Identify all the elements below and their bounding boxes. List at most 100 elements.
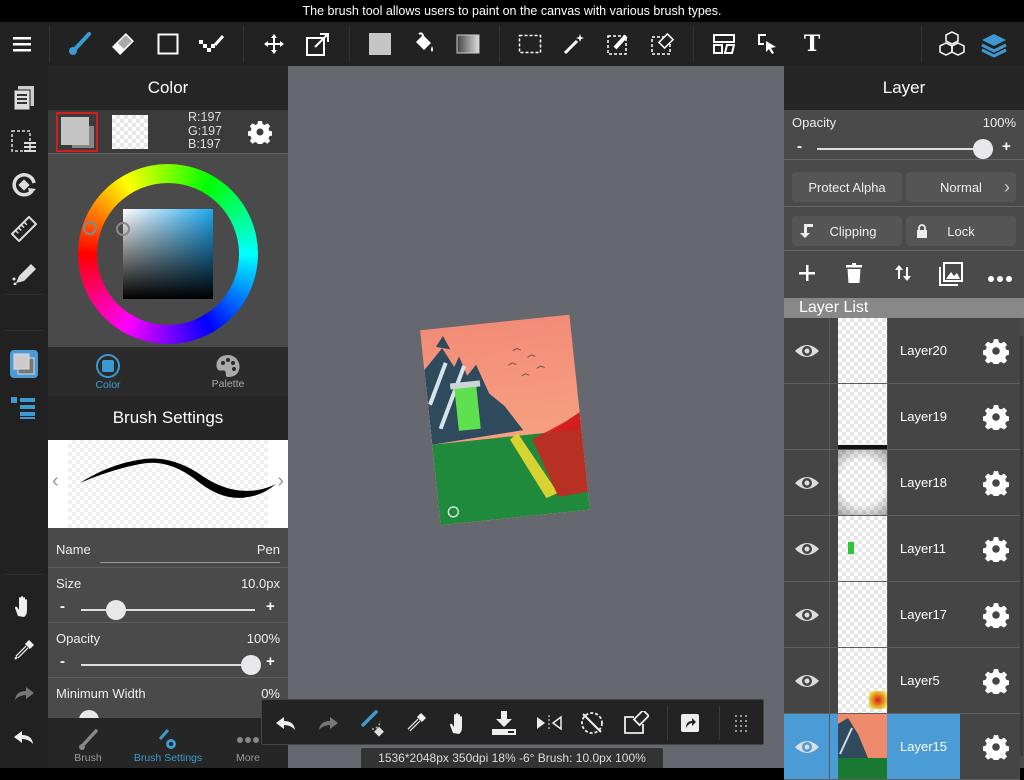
move-tool-button[interactable]	[256, 22, 292, 66]
secondary-color-swatch[interactable]	[112, 115, 148, 149]
brush-settings-toggle[interactable]	[0, 388, 48, 428]
layer-opacity-decrease[interactable]: -	[797, 138, 802, 155]
selection-layer-button[interactable]	[0, 122, 48, 162]
layer-row[interactable]: Layer19	[784, 384, 1020, 450]
size-increase[interactable]: +	[266, 598, 275, 615]
layer-row[interactable]: Layer17	[784, 582, 1020, 648]
brush-preview: ‹ ›	[48, 440, 288, 528]
delete-layer-button[interactable]	[846, 263, 862, 288]
undo-button[interactable]	[0, 717, 48, 757]
tab-brush[interactable]: Brush	[48, 718, 128, 768]
ruler-button[interactable]	[0, 209, 48, 249]
text-tool-button[interactable]: T	[794, 22, 830, 66]
reset-rotation-button[interactable]	[572, 700, 612, 746]
visibility-toggle[interactable]	[784, 714, 830, 779]
layer-row[interactable]: Layer15	[784, 714, 1020, 780]
float-undo-button[interactable]	[266, 700, 306, 746]
select-rect-button[interactable]	[512, 22, 548, 66]
redo-button[interactable]	[0, 673, 48, 713]
brush-name-field[interactable]: Pen	[257, 542, 280, 557]
color-settings-button[interactable]	[247, 120, 273, 149]
magic-wand-button[interactable]	[556, 22, 592, 66]
opacity-increase[interactable]: +	[266, 653, 275, 670]
brush-eraser-toggle[interactable]	[352, 700, 392, 746]
menu-button[interactable]	[4, 22, 40, 66]
save-button[interactable]	[484, 700, 524, 746]
select-pen-button[interactable]	[600, 22, 636, 66]
saturation-value-square[interactable]	[123, 209, 213, 299]
layer-settings-button[interactable]	[980, 582, 1012, 647]
bucket-tool-button[interactable]	[406, 22, 442, 66]
import-image-button[interactable]	[938, 261, 964, 292]
float-eyedropper-button[interactable]	[396, 700, 436, 746]
select-eraser-button[interactable]	[644, 22, 680, 66]
eyedropper-button[interactable]	[0, 630, 48, 670]
layer-opacity-slider[interactable]	[817, 148, 993, 150]
rotate-canvas-button[interactable]	[0, 165, 48, 205]
transform-tool-button[interactable]	[300, 22, 336, 66]
add-layer-button[interactable]	[798, 264, 816, 287]
rgb-readout: R:197 G:197 B:197	[188, 110, 222, 152]
flip-horizontal-button[interactable]	[529, 700, 569, 746]
opacity-slider[interactable]	[81, 664, 255, 666]
hand-button[interactable]	[0, 586, 48, 626]
visibility-toggle[interactable]	[784, 648, 830, 713]
layer-row[interactable]: Layer5	[784, 648, 1020, 714]
move-layer-button[interactable]	[894, 264, 912, 287]
layer-settings-button[interactable]	[980, 516, 1012, 581]
float-redo-button[interactable]	[308, 700, 348, 746]
opacity-decrease[interactable]: -	[60, 653, 65, 670]
prev-brush-arrow[interactable]: ‹	[52, 470, 59, 493]
layer-more-button[interactable]	[988, 270, 1012, 288]
float-hand-button[interactable]	[439, 700, 479, 746]
sv-handle[interactable]	[116, 222, 130, 236]
protect-alpha-button[interactable]: Protect Alpha	[792, 172, 902, 202]
layer-settings-button[interactable]	[980, 450, 1012, 515]
layer-settings-button[interactable]	[980, 318, 1012, 383]
brush-tool-button[interactable]	[62, 22, 98, 66]
visibility-toggle[interactable]	[784, 318, 830, 383]
material-brush-button[interactable]	[0, 253, 48, 293]
canvas-area[interactable]	[288, 66, 784, 768]
layer-opacity-knob[interactable]	[973, 139, 993, 159]
lock-button[interactable]: Lock	[906, 216, 1016, 246]
blend-mode-button[interactable]: Normal ›	[906, 172, 1016, 202]
layer-settings-button[interactable]	[980, 384, 1012, 449]
fill-color-button[interactable]	[362, 22, 398, 66]
layer-opacity-increase[interactable]: +	[1002, 138, 1011, 155]
tab-brush-settings[interactable]: Brush Settings	[128, 718, 208, 768]
layers-button[interactable]	[976, 22, 1012, 66]
layer-settings-button[interactable]	[980, 648, 1012, 713]
primary-color-swatch[interactable]	[56, 112, 98, 152]
artwork-canvas[interactable]	[420, 314, 590, 526]
size-slider-knob[interactable]	[105, 600, 126, 620]
layer-list-scrollbar[interactable]	[1020, 336, 1023, 756]
operation-tool-button[interactable]	[750, 22, 786, 66]
color-panel-toggle[interactable]	[0, 344, 48, 384]
share-button[interactable]	[670, 700, 710, 746]
dot-pen-tool-button[interactable]	[194, 22, 230, 66]
visibility-toggle[interactable]	[784, 516, 830, 581]
shape-tool-button[interactable]	[150, 22, 186, 66]
customize-bar-button[interactable]	[721, 700, 761, 746]
layer-row[interactable]: Layer11	[784, 516, 1020, 582]
pages-button[interactable]	[0, 78, 48, 118]
eraser-tool-button[interactable]	[105, 22, 141, 66]
visibility-toggle[interactable]	[784, 582, 830, 647]
layer-settings-button[interactable]	[980, 714, 1012, 779]
layer-row[interactable]: Layer18	[784, 450, 1020, 516]
size-decrease[interactable]: -	[60, 598, 65, 615]
layer-row[interactable]: Layer20	[784, 318, 1020, 384]
clipping-button[interactable]: Clipping	[792, 216, 902, 246]
hue-handle[interactable]	[83, 221, 97, 235]
visibility-toggle[interactable]	[784, 450, 830, 515]
gradient-tool-button[interactable]	[450, 22, 486, 66]
tab-color[interactable]: Color	[48, 347, 168, 396]
visibility-toggle[interactable]	[784, 384, 830, 449]
clear-layer-button[interactable]	[616, 700, 656, 746]
3d-material-button[interactable]	[934, 22, 970, 66]
opacity-slider-knob[interactable]	[241, 655, 261, 675]
frame-divider-button[interactable]	[706, 22, 742, 66]
tab-palette[interactable]: Palette	[168, 347, 288, 396]
next-brush-arrow[interactable]: ›	[277, 470, 284, 493]
